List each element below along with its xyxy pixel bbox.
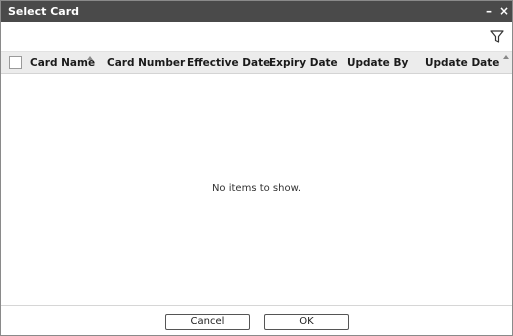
ok-button[interactable]: OK — [264, 314, 349, 330]
column-header-update-date[interactable]: Update Date — [425, 57, 499, 69]
filter-icon[interactable] — [490, 30, 504, 44]
title-bar: Select Card – × — [1, 1, 512, 22]
column-header-expiry-date[interactable]: Expiry Date — [269, 57, 338, 69]
grid-header: Card Name Card Number Effective Date Exp… — [1, 51, 512, 74]
close-button[interactable]: × — [497, 3, 511, 19]
select-card-dialog: Select Card – × Card Name Card Number Ef… — [0, 0, 513, 336]
cancel-button[interactable]: Cancel — [165, 314, 250, 330]
sort-ascending-icon — [87, 56, 93, 60]
column-header-card-name[interactable]: Card Name — [30, 57, 95, 69]
minimize-button[interactable]: – — [482, 3, 496, 19]
grid-body: No items to show. — [1, 74, 512, 305]
scroll-up-icon[interactable] — [503, 55, 509, 59]
empty-message: No items to show. — [211, 183, 302, 194]
dialog-footer: Cancel OK — [1, 305, 512, 335]
select-all-checkbox[interactable] — [9, 56, 22, 69]
column-header-card-number[interactable]: Card Number — [107, 57, 185, 69]
dialog-title: Select Card — [8, 5, 80, 18]
column-header-update-by[interactable]: Update By — [347, 57, 408, 69]
column-header-effective-date[interactable]: Effective Date — [187, 57, 270, 69]
toolbar — [1, 22, 512, 51]
